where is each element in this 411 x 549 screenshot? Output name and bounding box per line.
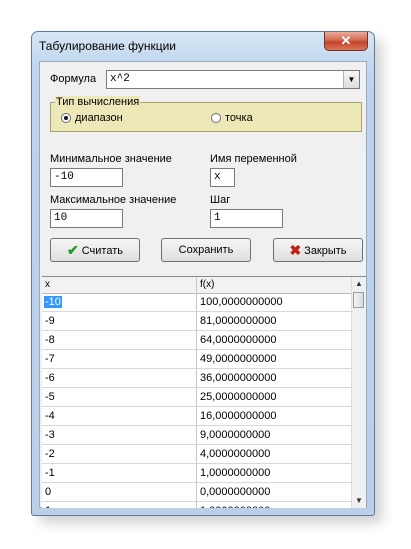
radio-point-label[interactable]: точка <box>225 112 253 124</box>
max-value-label: Максимальное значение <box>50 194 177 206</box>
cell-fx[interactable]: 0,0000000000 <box>200 486 270 498</box>
results-grid[interactable]: x f(x) -10 100,0000000000 -9 81,0000000000-… <box>42 276 366 508</box>
radio-point[interactable]: точка <box>211 112 253 124</box>
cell-fx[interactable]: 36,0000000000 <box>200 372 276 384</box>
min-value-label: Минимальное значение <box>50 153 172 165</box>
save-button-label: Сохранить <box>178 244 234 256</box>
cell-x[interactable]: -4 <box>45 410 55 422</box>
cell-x[interactable]: -3 <box>45 429 55 441</box>
save-button[interactable]: Сохранить <box>161 238 251 262</box>
radio-range[interactable]: диапазон <box>61 112 123 124</box>
grid-rows: -10 100,0000000000 -9 81,0000000000 -8 64,000… <box>42 293 352 508</box>
cell-x[interactable]: 1 <box>45 505 51 508</box>
table-row[interactable]: -2 4,0000000000 <box>42 445 352 464</box>
cell-x[interactable]: -8 <box>45 334 55 346</box>
close-button-label: Закрыть <box>304 245 347 257</box>
cell-fx[interactable]: 25,0000000000 <box>200 391 276 403</box>
cell-x[interactable]: -9 <box>45 315 55 327</box>
cell-fx[interactable]: 1,0000000000 <box>200 467 270 479</box>
column-header-x[interactable]: x <box>45 279 50 290</box>
cell-fx[interactable]: 64,0000000000 <box>200 334 276 346</box>
table-row[interactable]: -3 9,0000000000 <box>42 426 352 445</box>
formula-combobox[interactable]: x^2 ▼ <box>106 70 360 89</box>
grid-header: x f(x) <box>42 277 352 294</box>
formula-value[interactable]: x^2 <box>110 73 130 85</box>
cell-fx[interactable]: 16,0000000000 <box>200 410 276 422</box>
x-mark-icon: ✖ <box>289 242 302 258</box>
calc-type-legend: Тип вычисления <box>55 96 141 108</box>
formula-label: Формула <box>50 73 97 85</box>
cell-fx[interactable]: 1,0000000000 <box>200 505 270 508</box>
table-row[interactable]: -4 16,0000000000 <box>42 407 352 426</box>
table-row[interactable]: -8 64,0000000000 <box>42 331 352 350</box>
dialog-window: Табулирование функции ✕ Формула x^2 ▼ Ти… <box>31 31 375 516</box>
table-row[interactable]: 0 0,0000000000 <box>42 483 352 502</box>
cell-x[interactable]: -7 <box>45 353 55 365</box>
window-title: Табулирование функции <box>39 39 177 53</box>
chevron-down-icon[interactable]: ▼ <box>343 71 359 88</box>
scroll-thumb[interactable] <box>353 292 364 308</box>
radio-selected-icon[interactable] <box>61 113 71 123</box>
table-row[interactable]: -9 81,0000000000 <box>42 312 352 331</box>
scroll-down-icon[interactable]: ▼ <box>352 494 366 508</box>
table-row[interactable]: -10 100,0000000000 <box>42 293 352 312</box>
cell-x[interactable]: -10 <box>44 296 62 308</box>
cell-fx[interactable]: 4,0000000000 <box>200 448 270 460</box>
column-header-fx[interactable]: f(x) <box>200 279 214 290</box>
var-name-field[interactable]: x <box>210 168 235 187</box>
scroll-up-icon[interactable]: ▲ <box>352 277 366 291</box>
calc-button-label: Считать <box>81 245 123 257</box>
dialog-client-area: Формула x^2 ▼ Тип вычисления диапазон то… <box>39 61 367 508</box>
close-button[interactable]: ✖ Закрыть <box>273 238 363 262</box>
cell-x[interactable]: -1 <box>45 467 55 479</box>
cell-x[interactable]: -6 <box>45 372 55 384</box>
calc-button[interactable]: ✔ Считать <box>50 238 140 262</box>
radio-range-label[interactable]: диапазон <box>75 112 123 124</box>
cell-fx[interactable]: 81,0000000000 <box>200 315 276 327</box>
cell-fx[interactable]: 100,0000000000 <box>200 296 283 308</box>
min-value-field[interactable]: -10 <box>50 168 123 187</box>
max-value-field[interactable]: 10 <box>50 209 123 228</box>
vertical-scrollbar[interactable]: ▲ ▼ <box>351 277 366 508</box>
var-name-label: Имя переменной <box>210 153 297 165</box>
cell-fx[interactable]: 9,0000000000 <box>200 429 270 441</box>
checkmark-icon: ✔ <box>67 242 79 258</box>
cell-x[interactable]: -5 <box>45 391 55 403</box>
cell-x[interactable]: -2 <box>45 448 55 460</box>
table-row[interactable]: -6 36,0000000000 <box>42 369 352 388</box>
step-label: Шаг <box>210 194 231 206</box>
calc-type-group: Тип вычисления диапазон точка <box>50 96 362 132</box>
window-close-button[interactable]: ✕ <box>324 32 368 51</box>
table-row[interactable]: -7 49,0000000000 <box>42 350 352 369</box>
radio-unselected-icon[interactable] <box>211 113 221 123</box>
cell-x[interactable]: 0 <box>45 486 51 498</box>
step-field[interactable]: 1 <box>210 209 283 228</box>
table-row[interactable]: -5 25,0000000000 <box>42 388 352 407</box>
table-row[interactable]: -1 1,0000000000 <box>42 464 352 483</box>
table-row[interactable]: 1 1,0000000000 <box>42 502 352 508</box>
cell-fx[interactable]: 49,0000000000 <box>200 353 276 365</box>
